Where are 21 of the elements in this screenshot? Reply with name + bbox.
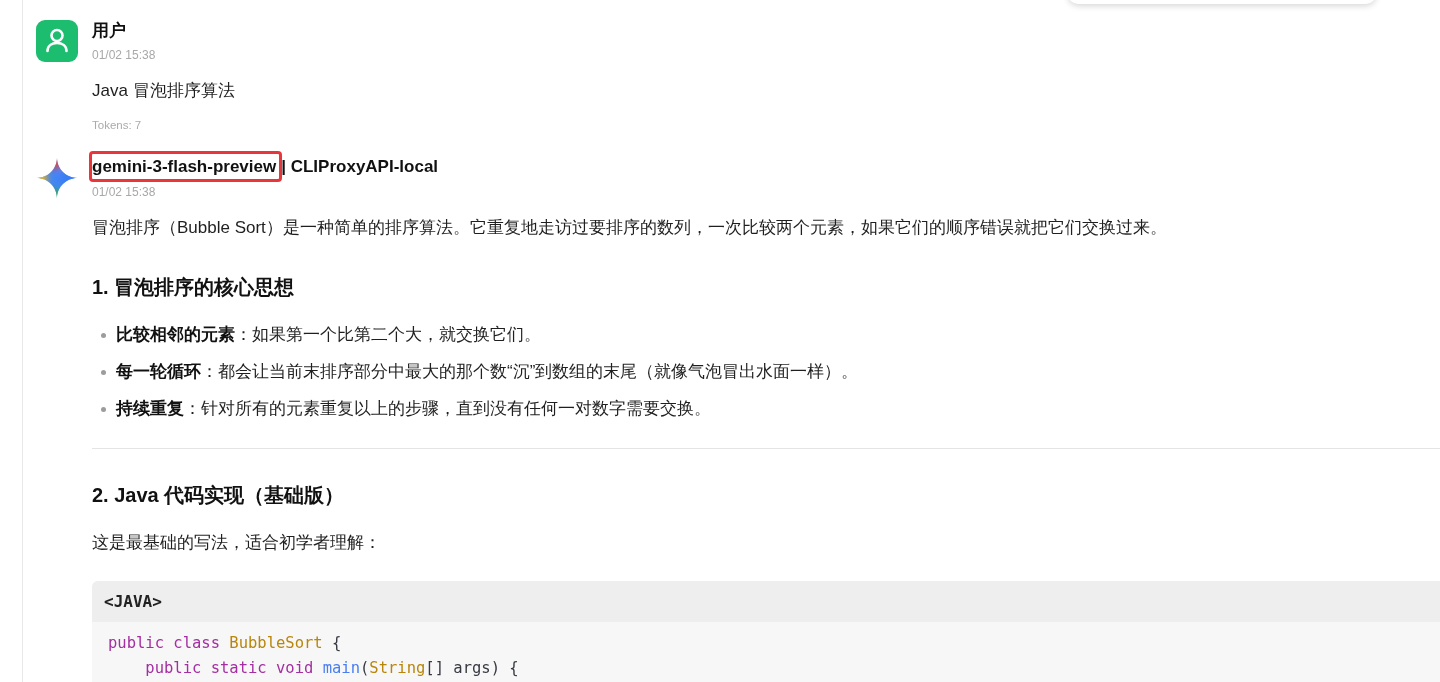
message-time: 01/02 15:38 [92,48,156,62]
bullet-icon [101,332,106,338]
code-line: public static void main(String[] args) { [144,658,520,679]
message-time: 01/02 15:38 [92,185,157,199]
section-heading: 1. 冒泡排序的核心思想 [92,275,296,300]
message-text: Java 冒泡排序算法 [92,80,236,102]
list-item-text: 每一轮循环：都会让当前末排序部分中最大的那个数“沉”到数组的末尾（就像气泡冒出水面一样）。 [116,361,859,383]
message-text: 冒泡排序（Bubble Sort）是一种简单的排序算法。它重复地走访过要排序的数列，一次比较两个元素，如果它们的顺序错误就把它们交换过来。 [92,217,1168,239]
token-count: Tokens: 7 [92,118,143,132]
model-name: gemini-3-flash-preview [92,157,277,176]
code-line: public class BubbleSort { [108,633,343,654]
section-heading: 2. Java 代码实现（基础版） [92,483,346,508]
bullet-icon [101,369,106,375]
list-item-text: 持续重复：针对所有的元素重复以上的步骤，直到没有任何一对数字需要交换。 [116,398,711,420]
provider-name: | CLIProxyAPI-local [281,157,439,177]
list-item-text: 比较相邻的元素：如果第一个比第二个大，就交换它们。 [116,324,541,346]
user-avatar-icon [36,20,78,62]
author-name: 用户 [92,19,126,42]
code-header: <JAVA> [92,581,1440,622]
bullet-icon [101,406,106,412]
message-text: 这是最基础的写法，适合初学者理解： [92,532,382,554]
